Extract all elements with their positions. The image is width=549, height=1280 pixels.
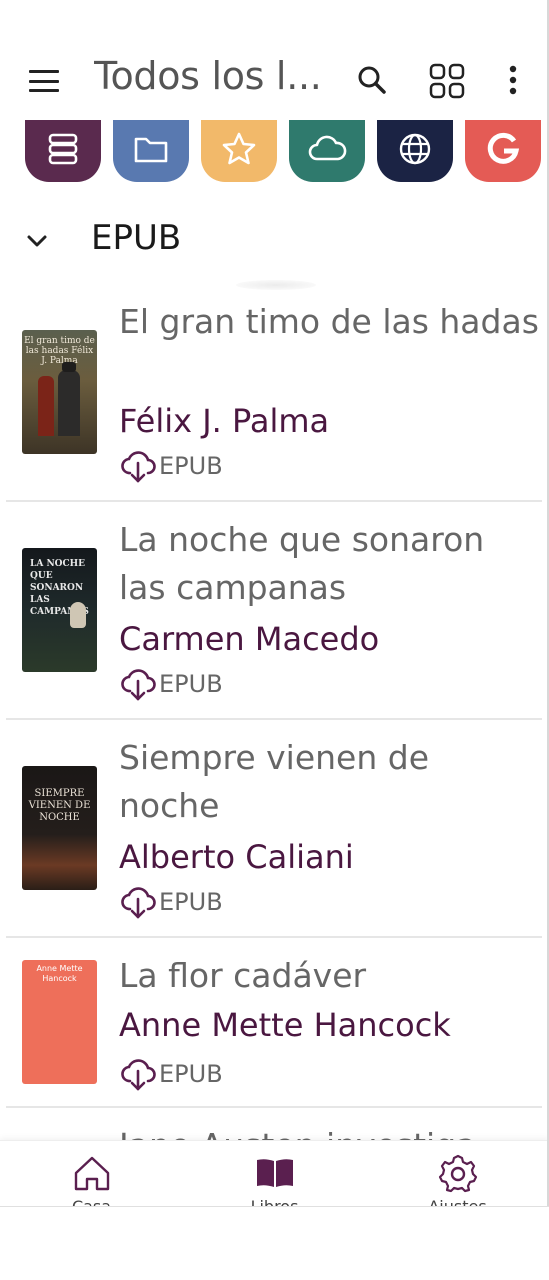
cover-text: Anne Mette Hancock — [36, 964, 83, 983]
format-tag[interactable]: EPUB — [119, 1056, 223, 1092]
divider — [6, 1106, 542, 1108]
book-cover[interactable]: LA NOCHE QUE SONARON LAS CAMPANAS — [22, 548, 97, 672]
system-navigation-bar — [0, 1206, 549, 1280]
search-icon[interactable] — [354, 62, 390, 98]
book-title: Siempre vienen de noche — [119, 738, 430, 825]
chevron-down-icon[interactable] — [24, 228, 50, 254]
book-title: La flor cadáver — [119, 956, 367, 995]
book-author: Félix J. Palma — [119, 402, 330, 440]
nav-home[interactable]: Casa — [0, 1141, 183, 1206]
book-open-icon — [257, 1159, 293, 1187]
nav-settings[interactable]: Ajustes — [366, 1141, 549, 1206]
page-title: Todos los l... — [94, 54, 322, 98]
settings-gear-icon — [438, 1154, 478, 1193]
book-title: El gran timo de las hadas — [119, 302, 539, 341]
format-tag[interactable]: EPUB — [119, 666, 223, 702]
cover-text: SIEMPRE VIENEN DE NOCHE — [28, 788, 91, 823]
book-item[interactable]: SIEMPRE VIENEN DE NOCHE Siempre vienen d… — [0, 726, 549, 938]
divider — [6, 936, 542, 938]
section-label: EPUB — [91, 218, 182, 258]
divider — [6, 500, 542, 502]
book-author: Anne Mette Hancock — [119, 1006, 451, 1044]
book-cover[interactable]: Anne Mette Hancock — [22, 960, 97, 1084]
bottom-navigation: Casa Libros Ajustes — [0, 1140, 549, 1206]
home-icon — [74, 1156, 110, 1191]
format-label: EPUB — [159, 452, 223, 480]
book-author: Carmen Macedo — [119, 620, 380, 658]
nav-settings-label: Ajustes — [366, 1197, 549, 1206]
format-label: EPUB — [159, 888, 223, 916]
book-title: La noche que sonaron las campanas — [119, 520, 485, 607]
folder-icon[interactable] — [113, 120, 189, 182]
section-header[interactable]: EPUB — [0, 212, 549, 268]
book-item[interactable]: LA NOCHE QUE SONARON LAS CAMPANAS La noc… — [0, 508, 549, 720]
nav-books[interactable]: Libros — [183, 1141, 366, 1206]
format-tag[interactable]: EPUB — [119, 448, 223, 484]
grid-view-icon[interactable] — [428, 62, 466, 100]
hamburger-menu-icon[interactable] — [24, 66, 64, 96]
book-cover[interactable]: El gran timo de las hadas Félix J. Palma — [22, 330, 97, 454]
divider — [6, 718, 542, 720]
cloud-download-icon — [121, 1059, 156, 1091]
book-item[interactable]: Anne Mette Hancock La flor cadáver Anne … — [0, 944, 549, 1108]
book-author: Alberto Caliani — [119, 838, 354, 876]
format-tag[interactable]: EPUB — [119, 884, 223, 920]
cloud-icon[interactable] — [289, 120, 365, 182]
library-books-icon[interactable] — [25, 120, 101, 182]
globe-icon[interactable] — [377, 120, 453, 182]
cloud-download-icon — [121, 669, 156, 701]
book-cover[interactable]: SIEMPRE VIENEN DE NOCHE — [22, 766, 97, 890]
book-item[interactable]: Jane Austen investiga — [0, 1114, 549, 1140]
book-title: Jane Austen investiga — [119, 1122, 539, 1140]
format-label: EPUB — [159, 670, 223, 698]
book-list: El gran timo de las hadas Félix J. Palma… — [0, 290, 549, 1140]
scroll-shadow — [236, 280, 316, 290]
star-icon[interactable] — [201, 120, 277, 182]
cover-text: El gran timo de las hadas Félix J. Palma — [24, 336, 95, 366]
book-item[interactable]: El gran timo de las hadas Félix J. Palma… — [0, 290, 549, 502]
cloud-download-icon — [121, 451, 156, 483]
format-label: EPUB — [159, 1060, 223, 1088]
more-vert-icon[interactable] — [498, 62, 528, 98]
nav-home-label: Casa — [0, 1197, 183, 1206]
nav-books-label: Libros — [183, 1197, 366, 1206]
source-selector — [0, 120, 549, 190]
app-bar: Todos los l... — [0, 40, 549, 120]
google-icon[interactable] — [465, 120, 541, 182]
cloud-download-icon — [121, 887, 156, 919]
